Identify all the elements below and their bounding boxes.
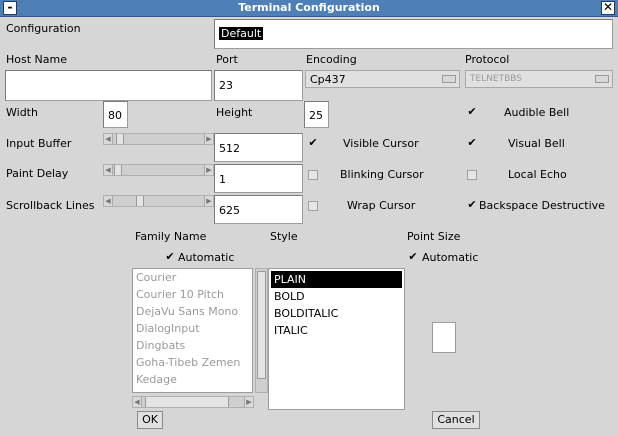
list-item[interactable]: BOLDITALIC — [271, 305, 402, 322]
close-icon[interactable]: ✕ — [601, 1, 615, 15]
port-label: Port — [216, 53, 238, 66]
family-name-list[interactable]: Courier Courier 10 Pitch DejaVu Sans Mon… — [132, 268, 253, 393]
point-size-field[interactable] — [432, 322, 456, 353]
protocol-dropdown-icon — [595, 75, 609, 83]
encoding-select[interactable]: Cp437 — [305, 70, 460, 88]
list-item[interactable]: ITALIC — [271, 322, 402, 339]
audible-bell-label: Audible Bell — [504, 106, 570, 119]
width-label: Width — [6, 106, 38, 119]
family-list-horizontal-scrollbar[interactable]: ◀ ▶ — [132, 396, 254, 408]
family-list-scroll-thumb[interactable] — [257, 271, 266, 379]
protocol-select: TELNETBBS — [465, 70, 613, 88]
visible-cursor-label: Visible Cursor — [343, 137, 419, 150]
backspace-destructive-checkbox[interactable]: ✔ — [467, 199, 477, 210]
wrap-cursor-checkbox[interactable] — [308, 201, 318, 211]
protocol-value: TELNETBBS — [470, 74, 523, 84]
family-automatic-checkbox[interactable]: ✔ — [165, 251, 175, 262]
family-automatic-label: Automatic — [178, 251, 235, 264]
local-echo-checkbox[interactable] — [467, 170, 477, 180]
paint-delay-slider-thumb[interactable] — [114, 165, 122, 175]
backspace-destructive-label: Backspace Destructive — [479, 199, 605, 212]
ok-button[interactable]: OK — [137, 411, 163, 429]
slider-right-arrow-icon[interactable]: ▶ — [204, 134, 213, 144]
family-name-label: Family Name — [135, 230, 207, 243]
visible-cursor-checkbox[interactable]: ✔ — [308, 137, 318, 148]
paint-delay-slider[interactable]: ◀ ▶ — [103, 164, 214, 176]
slider-right-arrow-icon[interactable]: ▶ — [204, 196, 213, 206]
height-field[interactable]: 25 — [304, 101, 329, 128]
blinking-cursor-label: Blinking Cursor — [340, 168, 424, 181]
point-automatic-label: Automatic — [422, 251, 479, 264]
visual-bell-label: Visual Bell — [508, 137, 565, 150]
style-list[interactable]: PLAIN BOLD BOLDITALIC ITALIC — [268, 268, 405, 410]
scrollback-lines-label: Scrollback Lines — [6, 199, 95, 212]
list-item[interactable]: Courier 10 Pitch — [133, 286, 252, 303]
slider-left-arrow-icon[interactable]: ◀ — [104, 134, 113, 144]
encoding-value: Cp437 — [310, 73, 346, 86]
paint-delay-field[interactable]: 1 — [214, 164, 303, 193]
width-field[interactable]: 80 — [103, 101, 128, 128]
slider-left-arrow-icon[interactable]: ◀ — [104, 165, 113, 175]
visual-bell-checkbox[interactable]: ✔ — [467, 137, 477, 148]
list-item[interactable]: Dingbats — [133, 337, 252, 354]
host-name-label: Host Name — [6, 53, 67, 66]
scroll-left-arrow-icon[interactable]: ◀ — [133, 397, 142, 407]
scrollback-lines-slider-thumb[interactable] — [136, 196, 144, 206]
paint-delay-label: Paint Delay — [6, 167, 69, 180]
input-buffer-field[interactable]: 512 — [214, 133, 303, 162]
input-buffer-slider-thumb[interactable] — [116, 134, 124, 144]
style-label: Style — [270, 230, 298, 243]
host-name-field[interactable] — [5, 70, 212, 101]
terminal-configuration-window: - Terminal Configuration ✕ Configuration… — [0, 0, 618, 436]
configuration-label: Configuration — [6, 22, 81, 35]
blinking-cursor-checkbox[interactable] — [308, 170, 318, 180]
window-title: Terminal Configuration — [238, 1, 380, 14]
cancel-button[interactable]: Cancel — [432, 411, 480, 429]
configuration-field[interactable]: Default — [214, 19, 613, 49]
height-label: Height — [216, 106, 253, 119]
input-buffer-label: Input Buffer — [6, 137, 72, 150]
title-bar[interactable]: - Terminal Configuration ✕ — [0, 0, 618, 17]
configuration-value: Default — [219, 27, 264, 40]
family-list-vertical-scrollbar[interactable] — [255, 268, 268, 393]
slider-left-arrow-icon[interactable]: ◀ — [104, 196, 113, 206]
point-size-label: Point Size — [407, 230, 461, 243]
family-list-hscroll-thumb[interactable] — [145, 397, 229, 407]
scrollback-lines-slider[interactable]: ◀ ▶ — [103, 195, 214, 207]
list-item[interactable]: DialogInput — [133, 320, 252, 337]
list-item[interactable]: Courier — [133, 269, 252, 286]
list-item[interactable]: Kedage — [133, 371, 252, 388]
point-automatic-checkbox[interactable]: ✔ — [408, 251, 418, 262]
protocol-label: Protocol — [465, 53, 510, 66]
wrap-cursor-label: Wrap Cursor — [347, 199, 416, 212]
local-echo-label: Local Echo — [508, 168, 567, 181]
list-item[interactable]: Goha-Tibeb Zemen — [133, 354, 252, 371]
list-item[interactable]: BOLD — [271, 288, 402, 305]
list-item[interactable]: DejaVu Sans Mono — [133, 303, 252, 320]
port-field[interactable]: 23 — [214, 70, 303, 101]
encoding-label: Encoding — [306, 53, 357, 66]
slider-right-arrow-icon[interactable]: ▶ — [204, 165, 213, 175]
input-buffer-slider[interactable]: ◀ ▶ — [103, 133, 214, 145]
scrollback-lines-field[interactable]: 625 — [214, 195, 303, 224]
audible-bell-checkbox[interactable]: ✔ — [467, 106, 477, 117]
list-item[interactable]: PLAIN — [271, 271, 402, 288]
encoding-dropdown-icon — [442, 75, 456, 83]
scroll-right-arrow-icon[interactable]: ▶ — [244, 397, 253, 407]
